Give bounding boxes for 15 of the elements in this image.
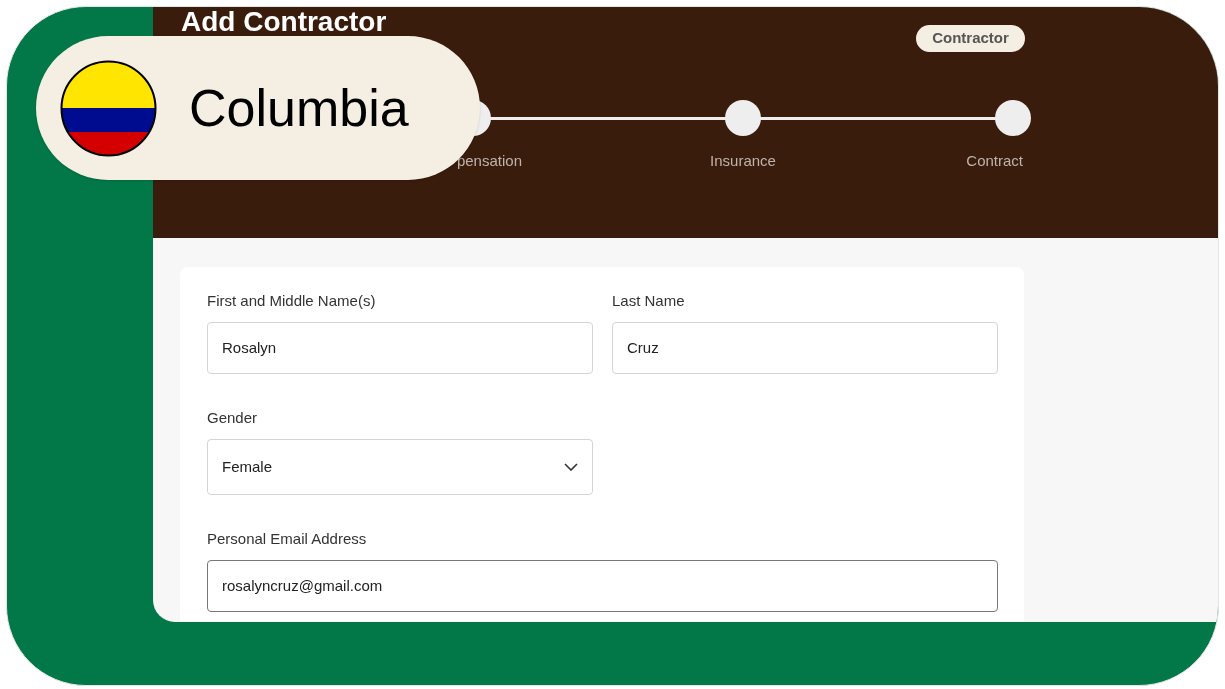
chevron-down-icon bbox=[564, 463, 578, 471]
country-name: Columbia bbox=[189, 78, 409, 139]
input-field[interactable]: rosalyncruz@gmail.com bbox=[207, 560, 998, 612]
input-field[interactable]: Rosalyn bbox=[207, 322, 593, 374]
page-title: Add Contractor bbox=[181, 7, 387, 36]
field-label: Personal Email Address bbox=[207, 534, 368, 544]
field-label: Gender bbox=[207, 413, 259, 423]
step-label: Contract bbox=[966, 151, 1023, 171]
role-badge: Contractor bbox=[916, 25, 1025, 52]
input-field[interactable]: Cruz bbox=[612, 322, 998, 374]
step-label: Insurance bbox=[710, 151, 776, 171]
gender-dropdown[interactable]: Female bbox=[207, 439, 593, 495]
step-label: pensation bbox=[456, 151, 522, 171]
flag-icon bbox=[60, 59, 157, 157]
field-label: Last Name bbox=[612, 296, 686, 306]
